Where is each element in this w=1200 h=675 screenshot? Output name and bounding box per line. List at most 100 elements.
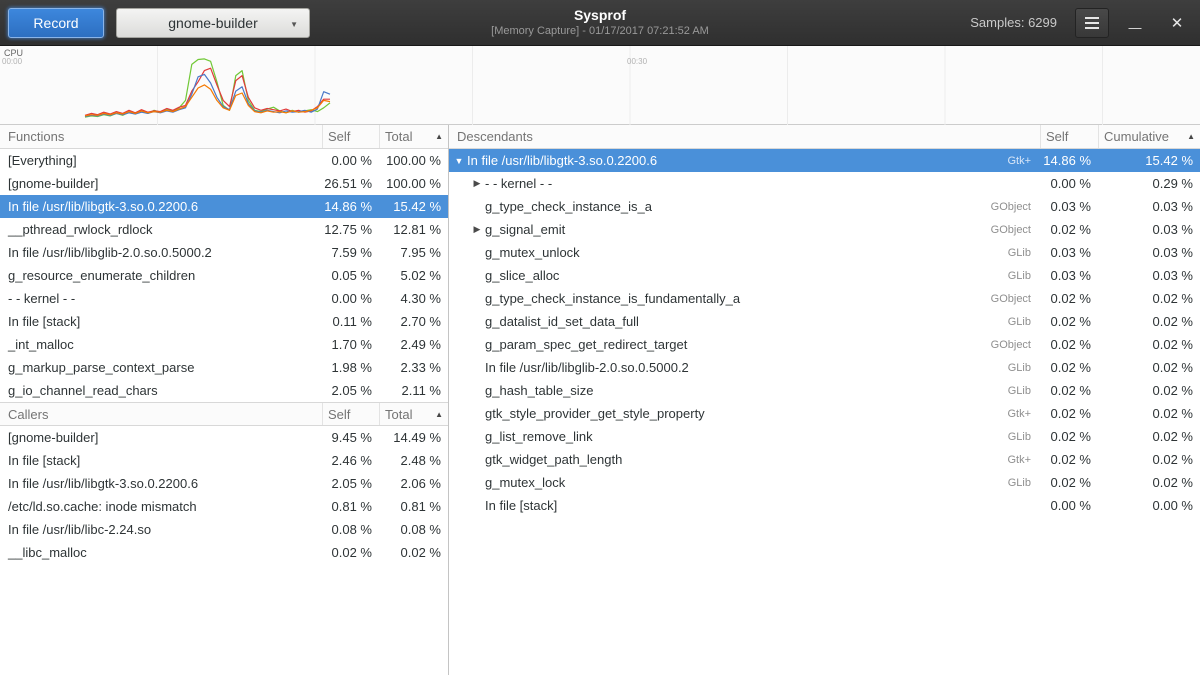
minimize-button[interactable]: — — [1118, 0, 1152, 46]
close-button[interactable]: ✕ — [1160, 0, 1194, 46]
column-header-functions[interactable]: Functions — [0, 125, 322, 148]
cumulative-value: 0.03 % — [1098, 199, 1200, 214]
column-header-self[interactable]: Self — [1040, 125, 1098, 148]
library-badge: Gtk+ — [1007, 155, 1040, 167]
table-row[interactable]: _int_malloc1.70 %2.49 % — [0, 333, 448, 356]
function-name: __pthread_rwlock_rdlock — [0, 222, 322, 237]
table-row[interactable]: g_mutex_lockGLib0.02 %0.02 % — [449, 471, 1200, 494]
self-value: 0.03 % — [1040, 199, 1098, 214]
function-name: In file /usr/lib/libgtk-3.so.0.2200.6 — [0, 476, 322, 491]
table-row[interactable]: g_io_channel_read_chars2.05 %2.11 % — [0, 379, 448, 402]
expander-closed-icon[interactable]: ▶ — [469, 224, 485, 235]
cumulative-value: 0.00 % — [1098, 498, 1200, 513]
table-row[interactable]: g_mutex_unlockGLib0.03 %0.03 % — [449, 241, 1200, 264]
descendant-name-cell: g_slice_allocGLib — [449, 268, 1040, 283]
table-row[interactable]: [Everything]0.00 %100.00 % — [0, 149, 448, 172]
table-row[interactable]: [gnome-builder]26.51 %100.00 % — [0, 172, 448, 195]
table-row[interactable]: __libc_malloc0.02 %0.02 % — [0, 541, 448, 564]
expander-open-icon[interactable]: ▼ — [451, 156, 467, 166]
table-row[interactable]: g_type_check_instance_is_aGObject0.03 %0… — [449, 195, 1200, 218]
table-row[interactable]: gtk_style_provider_get_style_propertyGtk… — [449, 402, 1200, 425]
function-name: [gnome-builder] — [0, 430, 322, 445]
column-header-cumulative[interactable]: Cumulative ▲ — [1098, 125, 1200, 148]
table-row[interactable]: gtk_widget_path_lengthGtk+0.02 %0.02 % — [449, 448, 1200, 471]
table-row[interactable]: In file [stack]2.46 %2.48 % — [0, 449, 448, 472]
column-header-self[interactable]: Self — [322, 403, 379, 425]
self-value: 0.02 % — [1040, 360, 1098, 375]
menu-icon — [1085, 22, 1099, 24]
table-row[interactable]: In file /usr/lib/libc-2.24.so0.08 %0.08 … — [0, 518, 448, 541]
table-row[interactable]: /etc/ld.so.cache: inode mismatch0.81 %0.… — [0, 495, 448, 518]
descendant-name-cell: ▶- - kernel - - — [449, 176, 1040, 191]
chevron-down-icon: ▼ — [290, 20, 298, 29]
table-row[interactable]: In file /usr/lib/libgtk-3.so.0.2200.614.… — [0, 195, 448, 218]
table-row[interactable]: g_param_spec_get_redirect_targetGObject0… — [449, 333, 1200, 356]
table-row[interactable]: g_datalist_id_set_data_fullGLib0.02 %0.0… — [449, 310, 1200, 333]
table-row[interactable]: [gnome-builder]9.45 %14.49 % — [0, 426, 448, 449]
menu-button[interactable] — [1075, 8, 1109, 38]
table-row[interactable]: g_resource_enumerate_children0.05 %5.02 … — [0, 264, 448, 287]
total-value: 5.02 % — [379, 268, 448, 283]
table-row[interactable]: g_markup_parse_context_parse1.98 %2.33 % — [0, 356, 448, 379]
function-name: _int_malloc — [0, 337, 322, 352]
cpu-series-cpu-core-1 — [85, 59, 330, 117]
function-name: In file [stack] — [485, 498, 557, 513]
table-row[interactable]: In file [stack] 0.00 %0.00 % — [449, 494, 1200, 517]
table-row[interactable]: ▶g_signal_emitGObject0.02 %0.03 % — [449, 218, 1200, 241]
column-header-total[interactable]: Total ▲ — [379, 125, 448, 148]
table-row[interactable]: g_slice_allocGLib0.03 %0.03 % — [449, 264, 1200, 287]
descendant-name-cell: In file [stack] — [449, 498, 1040, 513]
target-select-button[interactable]: gnome-builder ▼ — [116, 8, 310, 38]
cpu-graph[interactable]: CPU 00:00 00:30 — [0, 46, 1200, 125]
function-name: In file [stack] — [0, 314, 322, 329]
column-header-total[interactable]: Total ▲ — [379, 403, 448, 425]
cumulative-value: 0.03 % — [1098, 268, 1200, 283]
table-row[interactable]: In file [stack]0.11 %2.70 % — [0, 310, 448, 333]
column-header-self[interactable]: Self — [322, 125, 379, 148]
self-value: 0.00 % — [1040, 176, 1098, 191]
sysprof-window: Record gnome-builder ▼ Sysprof [Memory C… — [0, 0, 1200, 675]
expander-closed-icon[interactable]: ▶ — [469, 178, 485, 189]
self-value: 0.02 % — [322, 545, 379, 560]
self-value: 12.75 % — [322, 222, 379, 237]
table-row[interactable]: ▼In file /usr/lib/libgtk-3.so.0.2200.6Gt… — [449, 149, 1200, 172]
descendant-name-cell: g_hash_table_sizeGLib — [449, 383, 1040, 398]
column-header-callers[interactable]: Callers — [0, 403, 322, 425]
function-name: g_list_remove_link — [485, 429, 593, 444]
functions-table-header: Functions Self Total ▲ — [0, 125, 448, 149]
function-name: g_mutex_lock — [485, 475, 565, 490]
column-header-descendants[interactable]: Descendants — [449, 125, 1040, 148]
descendant-name-cell: In file /usr/lib/libglib-2.0.so.0.5000.2… — [449, 360, 1040, 375]
table-row[interactable]: g_hash_table_sizeGLib0.02 %0.02 % — [449, 379, 1200, 402]
total-value: 2.33 % — [379, 360, 448, 375]
table-row[interactable]: - - kernel - -0.00 %4.30 % — [0, 287, 448, 310]
function-name: g_markup_parse_context_parse — [0, 360, 322, 375]
self-value: 7.59 % — [322, 245, 379, 260]
descendants-table-header: Descendants Self Cumulative ▲ — [449, 125, 1200, 149]
self-value: 1.70 % — [322, 337, 379, 352]
cumulative-value: 0.02 % — [1098, 475, 1200, 490]
record-button[interactable]: Record — [8, 8, 104, 38]
self-value: 0.00 % — [1040, 498, 1098, 513]
self-value: 2.05 % — [322, 383, 379, 398]
cumulative-value: 0.03 % — [1098, 245, 1200, 260]
table-row[interactable]: __pthread_rwlock_rdlock12.75 %12.81 % — [0, 218, 448, 241]
table-row[interactable]: In file /usr/lib/libgtk-3.so.0.2200.62.0… — [0, 472, 448, 495]
function-name: In file [stack] — [0, 453, 322, 468]
table-row[interactable]: g_list_remove_linkGLib0.02 %0.02 % — [449, 425, 1200, 448]
cumulative-value: 0.29 % — [1098, 176, 1200, 191]
table-row[interactable]: ▶- - kernel - -0.00 %0.29 % — [449, 172, 1200, 195]
cpu-series-cpu-core-2 — [85, 68, 330, 115]
cpu-usage-chart — [0, 46, 1200, 125]
self-value: 0.02 % — [1040, 314, 1098, 329]
self-value: 0.81 % — [322, 499, 379, 514]
library-badge: GLib — [1008, 247, 1040, 259]
column-header-total-label: Total — [385, 407, 412, 422]
table-row[interactable]: In file /usr/lib/libglib-2.0.so.0.5000.2… — [449, 356, 1200, 379]
function-name: - - kernel - - — [485, 176, 552, 191]
function-name: __libc_malloc — [0, 545, 322, 560]
self-value: 0.11 % — [322, 314, 379, 329]
total-value: 2.70 % — [379, 314, 448, 329]
table-row[interactable]: In file /usr/lib/libglib-2.0.so.0.5000.2… — [0, 241, 448, 264]
table-row[interactable]: g_type_check_instance_is_fundamentally_a… — [449, 287, 1200, 310]
